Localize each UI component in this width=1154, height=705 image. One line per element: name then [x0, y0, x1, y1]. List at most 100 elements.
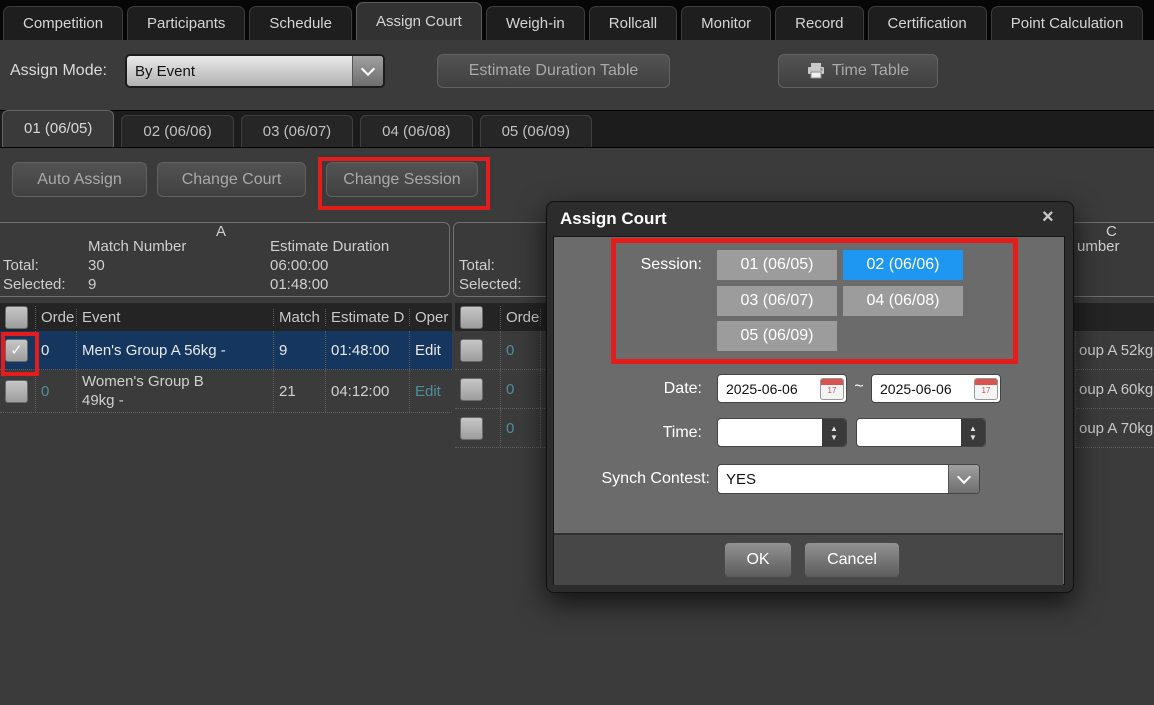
- time-to-input[interactable]: ▲▼: [856, 418, 986, 447]
- check-icon: ✓: [10, 341, 23, 359]
- table-row[interactable]: ✓ 0 Men's Group A 56kg - 9 01:48:00 Edit: [0, 331, 452, 370]
- row-event: Women's Group B 49kg -: [77, 370, 274, 412]
- row-order: 0: [501, 370, 541, 408]
- row-order: 0: [501, 409, 541, 447]
- calendar-icon[interactable]: [820, 378, 844, 400]
- row-order: 0: [501, 331, 541, 369]
- row-order: 0: [36, 331, 77, 369]
- chevron-down-icon: [957, 470, 971, 484]
- total-label: Total:: [459, 257, 495, 274]
- tab-monitor[interactable]: Monitor: [681, 6, 771, 40]
- time-from-input[interactable]: ▲▼: [717, 418, 847, 447]
- table-row[interactable]: oup A 70kg: [1076, 409, 1154, 448]
- table-row[interactable]: oup A 52kg: [1076, 331, 1154, 370]
- date-label: Date:: [550, 380, 702, 398]
- assign-mode-dropdown-button[interactable]: [352, 56, 383, 86]
- date-to-input[interactable]: 2025-06-06: [871, 374, 1001, 403]
- edit-link[interactable]: Edit: [410, 331, 452, 369]
- row-event: oup A 52kg: [1079, 342, 1153, 359]
- row-checkbox[interactable]: [460, 417, 483, 440]
- column-estimate: Estimate D: [326, 309, 410, 326]
- time-spinner[interactable]: ▲▼: [961, 419, 985, 446]
- session-tab-03[interactable]: 03 (06/07): [241, 115, 353, 147]
- ok-button[interactable]: OK: [724, 542, 792, 578]
- court-a-header-row: Orde Event Match Estimate D Oper: [0, 303, 452, 331]
- spinner-down-icon[interactable]: ▼: [830, 433, 838, 442]
- row-event: oup A 70kg: [1079, 420, 1153, 437]
- match-number-column-label: Match Number: [88, 238, 186, 255]
- synch-dropdown-button[interactable]: [948, 465, 979, 493]
- row-checkbox[interactable]: [460, 378, 483, 401]
- table-row[interactable]: oup A 60kg: [1076, 370, 1154, 409]
- column-order: Orde: [36, 309, 77, 326]
- court-a-table: Orde Event Match Estimate D Oper ✓ 0 Men…: [0, 303, 452, 413]
- row-checkbox[interactable]: [5, 380, 28, 403]
- total-label: Total:: [3, 257, 39, 274]
- column-oper: Oper: [410, 309, 452, 326]
- session-label: Session:: [550, 256, 702, 274]
- tab-schedule[interactable]: Schedule: [249, 6, 352, 40]
- date-from-value: 2025-06-06: [718, 381, 820, 397]
- table-row[interactable]: 0 Women's Group B 49kg - 21 04:12:00 Edi…: [0, 370, 452, 413]
- tab-competition[interactable]: Competition: [3, 6, 123, 40]
- row-match: 21: [274, 370, 326, 412]
- select-all-checkbox[interactable]: [5, 306, 28, 329]
- tab-record[interactable]: Record: [775, 6, 863, 40]
- tab-rollcall[interactable]: Rollcall: [589, 6, 677, 40]
- auto-assign-button[interactable]: Auto Assign: [12, 162, 147, 197]
- assign-mode-value: By Event: [127, 63, 352, 80]
- date-range-separator: ~: [852, 378, 866, 396]
- dialog-title: Assign Court: [560, 209, 667, 229]
- select-all-checkbox[interactable]: [460, 306, 483, 329]
- time-table-button[interactable]: Time Table: [778, 54, 938, 88]
- time-label: Time:: [550, 424, 702, 442]
- tab-participants[interactable]: Participants: [127, 6, 245, 40]
- match-number-column-label-fragment: umber: [1077, 238, 1120, 255]
- session-tab-02[interactable]: 02 (06/06): [121, 115, 233, 147]
- row-checkbox-checked[interactable]: ✓: [5, 339, 28, 362]
- main-nav: Competition Participants Schedule Assign…: [0, 0, 1154, 40]
- row-checkbox[interactable]: [460, 339, 483, 362]
- row-event: oup A 60kg: [1079, 381, 1153, 398]
- selected-matches: 9: [88, 276, 96, 293]
- row-event: Men's Group A 56kg -: [77, 331, 274, 369]
- calendar-icon[interactable]: [974, 378, 998, 400]
- court-c-table: oup A 52kg oup A 60kg oup A 70kg: [1075, 331, 1154, 448]
- synch-contest-select[interactable]: YES: [717, 464, 980, 494]
- synch-contest-label: Synch Contest:: [550, 470, 710, 488]
- selected-duration: 01:48:00: [270, 276, 328, 293]
- cancel-button[interactable]: Cancel: [804, 542, 900, 578]
- dialog-session-05[interactable]: 05 (06/09): [717, 321, 837, 351]
- row-estimate: 04:12:00: [326, 370, 410, 412]
- spinner-down-icon[interactable]: ▼: [969, 433, 977, 442]
- spinner-up-icon[interactable]: ▲: [830, 424, 838, 433]
- tab-point-calculation[interactable]: Point Calculation: [991, 6, 1144, 40]
- dialog-session-02-selected[interactable]: 02 (06/06): [843, 250, 963, 280]
- tab-assign-court[interactable]: Assign Court: [356, 2, 482, 40]
- total-matches: 30: [88, 257, 105, 274]
- date-to-value: 2025-06-06: [872, 381, 974, 397]
- assign-mode-select[interactable]: By Event: [125, 54, 385, 88]
- change-session-button[interactable]: Change Session: [326, 162, 478, 197]
- session-tab-05[interactable]: 05 (06/09): [480, 115, 592, 147]
- dialog-session-03[interactable]: 03 (06/07): [717, 286, 837, 316]
- row-order: 0: [36, 370, 77, 412]
- dialog-session-01[interactable]: 01 (06/05): [717, 250, 837, 280]
- selected-label: Selected:: [459, 276, 522, 293]
- selected-label: Selected:: [3, 276, 66, 293]
- dialog-session-04[interactable]: 04 (06/08): [843, 286, 963, 316]
- session-tab-04[interactable]: 04 (06/08): [360, 115, 472, 147]
- court-a-label: A: [216, 223, 226, 240]
- session-tab-01[interactable]: 01 (06/05): [2, 110, 114, 147]
- estimate-duration-table-button[interactable]: Estimate Duration Table: [437, 54, 670, 88]
- close-icon[interactable]: ×: [1042, 207, 1054, 227]
- tab-certification[interactable]: Certification: [868, 6, 987, 40]
- column-order: Orde: [501, 309, 541, 326]
- time-spinner[interactable]: ▲▼: [822, 419, 846, 446]
- change-court-button[interactable]: Change Court: [157, 162, 306, 197]
- date-from-input[interactable]: 2025-06-06: [717, 374, 847, 403]
- edit-link[interactable]: Edit: [410, 370, 452, 412]
- spinner-up-icon[interactable]: ▲: [969, 424, 977, 433]
- estimate-duration-column-label: Estimate Duration: [270, 238, 389, 255]
- tab-weigh-in[interactable]: Weigh-in: [486, 6, 585, 40]
